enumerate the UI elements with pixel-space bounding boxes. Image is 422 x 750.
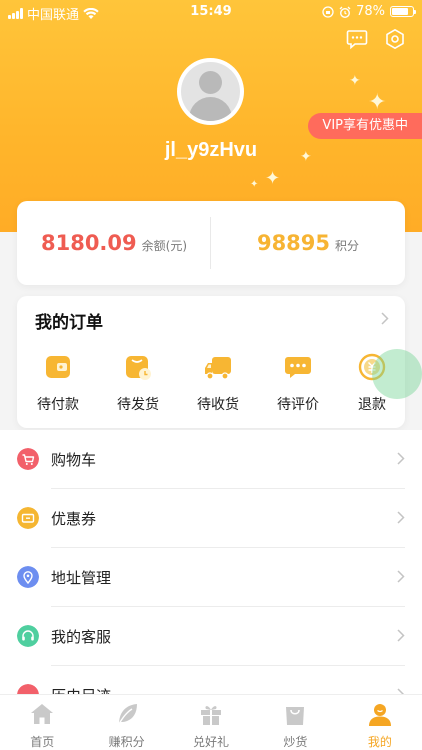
order-item-label: 待发货 <box>117 397 159 413</box>
balance-cell[interactable]: 8180.09 余额(元) <box>17 201 211 285</box>
menu-item-label: 我的客服 <box>51 628 112 646</box>
menu-item-label: 优惠券 <box>51 510 97 528</box>
profile-icon <box>368 704 391 726</box>
leaf-icon <box>118 704 137 725</box>
cart-icon <box>17 448 39 470</box>
menu-item-label: 地址管理 <box>51 569 112 587</box>
sparkle-decoration: ✦ <box>265 168 281 189</box>
order-item-label: 待评价 <box>277 397 319 413</box>
menu-item-address[interactable]: 地址管理 <box>0 548 422 607</box>
pending-shipment-icon <box>126 356 151 380</box>
message-icon[interactable] <box>346 28 368 50</box>
tab-snacks[interactable]: 炒货 <box>253 695 337 750</box>
tab-label: 炒货 <box>283 735 308 749</box>
location-icon <box>17 566 39 588</box>
coupon-icon <box>17 507 39 529</box>
order-pending-receipt[interactable]: 待收货 <box>185 352 251 414</box>
tab-label: 兑好礼 <box>193 735 230 749</box>
points-cell[interactable]: 98895 积分 <box>211 201 405 285</box>
home-icon <box>31 704 54 724</box>
menu-list: 购物车 优惠券 地址管理 我的客服 <box>0 430 422 725</box>
wallet-icon <box>46 356 70 378</box>
menu-item-cart[interactable]: 购物车 <box>0 430 422 489</box>
points-unit: 积分 <box>335 238 360 253</box>
tab-label: 我的 <box>367 735 392 749</box>
tab-mine[interactable]: 我的 <box>338 695 422 750</box>
balance-amount: 8180.09 <box>40 231 137 255</box>
chevron-right-icon[interactable] <box>381 312 389 325</box>
tab-redeem-gifts[interactable]: 兑好礼 <box>169 695 253 750</box>
orientation-lock-icon <box>322 5 334 18</box>
floating-assistive-button[interactable] <box>372 349 422 399</box>
chevron-right-icon <box>397 629 405 642</box>
order-pending-review[interactable]: 待评价 <box>265 352 331 414</box>
points-amount: 98895 <box>256 231 331 255</box>
chevron-right-icon <box>397 511 405 524</box>
sparkle-decoration: ✦ <box>349 73 361 89</box>
review-chat-icon <box>285 357 311 378</box>
sparkle-decoration: ✦ <box>368 90 387 115</box>
username: jl_y9zHvu <box>164 139 258 161</box>
menu-item-label: 购物车 <box>51 451 97 469</box>
avatar[interactable] <box>177 58 244 125</box>
tab-home[interactable]: 首页 <box>0 695 84 750</box>
order-pending-shipment[interactable]: 待发货 <box>105 352 171 414</box>
order-item-label: 待付款 <box>37 397 79 413</box>
sparkle-decoration: ✦ <box>250 179 259 190</box>
tab-label: 首页 <box>30 735 55 749</box>
status-bar: 中国联通 15:49 78% <box>0 0 422 24</box>
battery-icon <box>390 6 416 17</box>
alarm-icon <box>339 6 351 18</box>
battery-percent: 78% <box>356 4 385 19</box>
menu-item-coupons[interactable]: 优惠券 <box>0 489 422 548</box>
order-pending-payment[interactable]: 待付款 <box>25 352 91 414</box>
settings-icon[interactable] <box>384 28 406 50</box>
balance-card: 8180.09 余额(元) 98895 积分 <box>17 201 405 285</box>
gift-icon <box>201 706 222 725</box>
shopping-bag-icon <box>286 707 305 725</box>
orders-title[interactable]: 我的订单 <box>35 308 103 333</box>
delivery-truck-icon <box>205 357 231 380</box>
menu-item-customer-service[interactable]: 我的客服 <box>0 607 422 666</box>
tab-label: 赚积分 <box>108 735 145 749</box>
chevron-right-icon <box>397 452 405 465</box>
tab-earn-points[interactable]: 赚积分 <box>84 695 168 750</box>
chevron-right-icon <box>397 570 405 583</box>
vip-badge[interactable]: VIP享有优惠中 <box>308 113 422 139</box>
order-item-label: 待收货 <box>197 397 239 413</box>
orders-card: 我的订单 待付款 待发货 待收货 待评价 退款 <box>17 296 405 428</box>
headset-icon <box>17 625 39 647</box>
balance-unit: 余额(元) <box>141 238 188 253</box>
tab-bar: 首页 赚积分 兑好礼 炒货 我的 <box>0 694 422 750</box>
